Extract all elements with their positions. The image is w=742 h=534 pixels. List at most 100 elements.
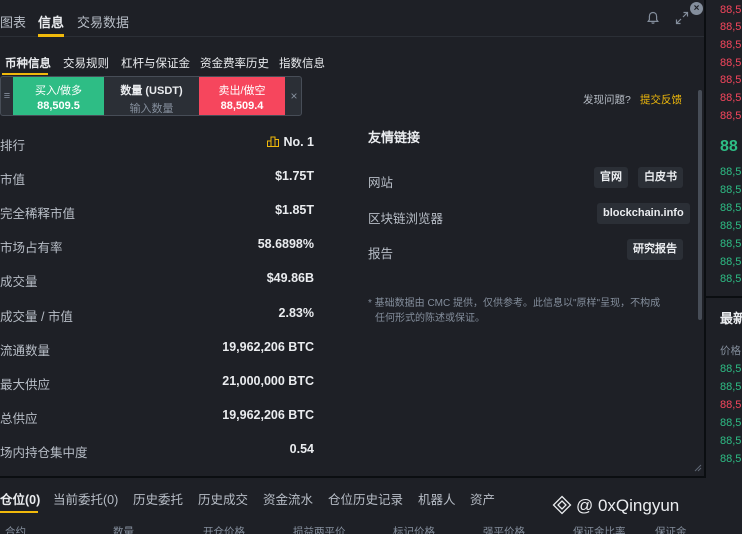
- tab-position-history[interactable]: 仓位历史记录: [328, 489, 403, 508]
- col-breakeven: 损益两平价: [293, 526, 346, 534]
- bid-price[interactable]: 88,5: [720, 256, 741, 268]
- panel-divider: [706, 296, 742, 298]
- subtab-trading-rules[interactable]: 交易规则: [63, 55, 109, 71]
- stat-value-concentration: 0.54: [289, 442, 314, 456]
- col-liq-price: 强平价格: [483, 526, 525, 534]
- trade-price: 88,5: [720, 381, 742, 393]
- order-book-panel: 88,5 88,5 88,5 88,5 88,5 88,5 88,5 88 88…: [706, 0, 742, 534]
- expand-icon[interactable]: [675, 11, 689, 25]
- bid-price[interactable]: 88,5: [720, 202, 741, 214]
- trade-price: 88,5: [720, 399, 742, 411]
- buy-long-button[interactable]: 买入/做多 88,509.5: [13, 77, 104, 115]
- drag-handle-icon[interactable]: ≡: [1, 77, 13, 115]
- links-title: 友情链接: [368, 130, 421, 145]
- subtab-coin-info[interactable]: 币种信息: [5, 55, 51, 71]
- stat-value-fdv: $1.85T: [275, 203, 314, 217]
- stat-value-dominance: 58.6898%: [257, 237, 314, 251]
- col-margin-ratio: 保证金比率: [573, 526, 626, 534]
- stat-value-rank: No. 1: [267, 135, 314, 149]
- data-disclaimer: * 基础数据由 CMC 提供，仅供参考。此信息以"原样"呈现，不构成 任何形式的…: [368, 298, 661, 324]
- tab-trading-data[interactable]: 交易数据: [77, 12, 129, 31]
- stat-label-max-supply: 最大供应: [0, 378, 51, 392]
- tab-bots[interactable]: 机器人: [418, 489, 456, 508]
- ask-price[interactable]: 88,5: [720, 110, 741, 122]
- active-tab-indicator: [38, 34, 64, 37]
- tab-order-history[interactable]: 历史委托: [133, 489, 183, 508]
- feedback-question: 发现问题?: [583, 94, 631, 106]
- tab-open-orders[interactable]: 当前委托(0): [53, 489, 118, 508]
- col-quantity: 数量: [113, 526, 134, 534]
- submit-feedback-link[interactable]: 提交反馈: [640, 92, 682, 107]
- subtab-funding-history[interactable]: 资金费率历史: [200, 55, 269, 71]
- explorer-link[interactable]: blockchain.info: [597, 203, 690, 224]
- tab-assets[interactable]: 资产: [470, 489, 495, 508]
- stat-label-volume-mcap: 成交量 / 市值: [0, 310, 73, 324]
- widget-close-icon[interactable]: ×: [287, 77, 301, 115]
- stat-value-market-cap: $1.75T: [275, 169, 314, 183]
- stat-label-market-cap: 市值: [0, 173, 26, 187]
- col-mark-price: 标记价格: [393, 526, 435, 534]
- tab-positions[interactable]: 仓位(0): [0, 489, 40, 508]
- stat-label-volume: 成交量: [0, 275, 38, 289]
- col-margin: 保证金: [655, 526, 687, 534]
- close-icon[interactable]: ×: [690, 2, 703, 15]
- stat-label-total-supply: 总供应: [0, 412, 38, 426]
- ask-price[interactable]: 88,5: [720, 4, 741, 16]
- trade-price: 88,5: [720, 453, 742, 465]
- stat-value-volume-mcap: 2.83%: [278, 306, 314, 320]
- col-contract: 合约: [5, 526, 26, 534]
- stat-value-volume: $49.86B: [266, 271, 314, 285]
- bid-price[interactable]: 88,5: [720, 238, 741, 250]
- stat-label-dominance: 市场占有率: [0, 241, 63, 255]
- tab-info[interactable]: 信息: [38, 12, 64, 31]
- ask-price[interactable]: 88,5: [720, 74, 741, 86]
- trade-price: 88,5: [720, 417, 742, 429]
- stat-value-total-supply: 19,962,206 BTC: [222, 408, 314, 422]
- stat-value-max-supply: 21,000,000 BTC: [222, 374, 314, 388]
- stat-label-rank: 排行: [0, 139, 26, 153]
- ask-price[interactable]: 88,5: [720, 92, 741, 104]
- research-report-link[interactable]: 研究报告: [627, 239, 683, 260]
- top-tab-bar: 图表 信息 交易数据 ×: [0, 0, 704, 37]
- resize-handle-icon[interactable]: [694, 464, 702, 472]
- watermark: @ 0xQingyun: [552, 495, 679, 516]
- trades-header-price: 价格: [720, 345, 741, 357]
- bid-price[interactable]: 88,5: [720, 220, 741, 232]
- sell-short-button[interactable]: 卖出/做空 88,509.4: [199, 77, 285, 115]
- explorer-label: 区块链浏览器: [368, 212, 444, 226]
- diamond-logo-icon: [552, 495, 572, 515]
- website-label: 网站: [368, 176, 394, 190]
- tab-chart[interactable]: 图表: [0, 12, 26, 31]
- trade-price: 88,5: [720, 435, 742, 447]
- whitepaper-link[interactable]: 白皮书: [638, 167, 683, 188]
- ask-price[interactable]: 88,5: [720, 21, 741, 33]
- positions-panel: 仓位(0) 当前委托(0) 历史委托 历史成交 资金流水 仓位历史记录 机器人 …: [0, 478, 742, 534]
- subtab-leverage-margin[interactable]: 杠杆与保证金: [121, 55, 190, 71]
- coin-info-panel: 图表 信息 交易数据 × 币种信息 交易规则 杠杆与保证金 资金费率历史 指数信…: [0, 0, 704, 476]
- tab-transactions[interactable]: 资金流水: [263, 489, 313, 508]
- bell-icon[interactable]: [646, 11, 660, 25]
- bid-price[interactable]: 88,5: [720, 166, 741, 178]
- ask-price[interactable]: 88,5: [720, 57, 741, 69]
- official-site-link[interactable]: 官网: [594, 167, 628, 188]
- latest-trades-title: 最新: [720, 311, 742, 326]
- vertical-scrollbar[interactable]: [698, 90, 702, 320]
- trade-price: 88,5: [720, 363, 742, 375]
- subtab-index-info[interactable]: 指数信息: [279, 55, 325, 71]
- bid-price[interactable]: 88,5: [720, 184, 741, 196]
- tab-trade-history[interactable]: 历史成交: [198, 489, 248, 508]
- stat-label-fdv: 完全稀释市值: [0, 207, 76, 221]
- active-subtab-indicator: [2, 73, 48, 75]
- quantity-input[interactable]: 数量 (USDT) 输入数量: [104, 77, 199, 115]
- active-bottom-tab-indicator: [0, 511, 38, 513]
- quick-trade-widget: ≡ 买入/做多 88,509.5 数量 (USDT) 输入数量 卖出/做空 88…: [0, 76, 302, 116]
- col-entry-price: 开仓价格: [203, 526, 245, 534]
- stat-label-concentration: 场内持仓集中度: [0, 446, 88, 460]
- stat-value-circulating: 19,962,206 BTC: [222, 340, 314, 354]
- ask-price[interactable]: 88,5: [720, 39, 741, 51]
- bid-price[interactable]: 88,5: [720, 273, 741, 285]
- podium-icon: [267, 136, 280, 147]
- report-label: 报告: [368, 247, 394, 261]
- stat-label-circulating: 流通数量: [0, 344, 51, 358]
- last-price: 88: [720, 138, 738, 155]
